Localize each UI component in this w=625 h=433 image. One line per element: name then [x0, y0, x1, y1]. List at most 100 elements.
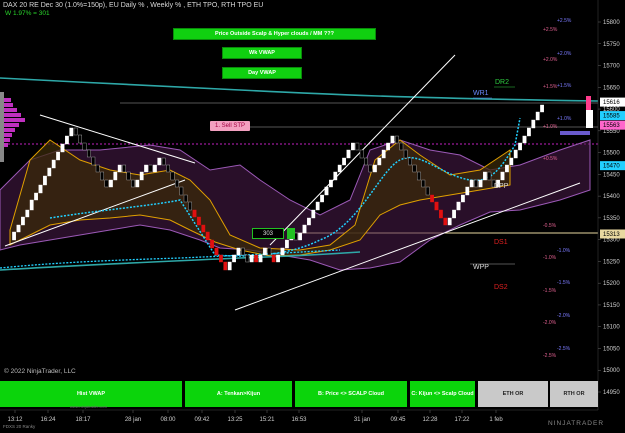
price-bar	[223, 261, 228, 271]
price-bar	[34, 192, 39, 201]
price-bar	[439, 209, 443, 219]
price-bar	[214, 247, 219, 256]
scalp-alert-button[interactable]: Price Outside Scalp & Hyper clouds / MM …	[173, 28, 376, 40]
time-tick-label: 09:42	[194, 417, 210, 423]
weekly-pct-label: -2.0%	[557, 313, 571, 319]
price-bar	[368, 164, 373, 173]
weekly-pct-label: -2.5%	[557, 346, 571, 352]
kijun-scalp-cloud-button[interactable]: C: Kijun <> Scalp Cloud	[410, 381, 475, 407]
price-bar	[443, 217, 448, 226]
price-bar	[377, 157, 382, 166]
price-bar	[86, 149, 91, 158]
price-bar	[218, 254, 223, 263]
weekly-pct-label: -1.5%	[557, 280, 571, 286]
ninjatrader-logo: NINJATRADER	[548, 420, 605, 427]
weekly-pct-label: +2.5%	[557, 18, 572, 24]
price-bar	[333, 171, 338, 181]
price-bar	[461, 194, 465, 203]
price-bar	[157, 157, 162, 166]
website-link[interactable]: www.ninjatrader.com	[70, 404, 107, 409]
weekly-range-label: W 1.97% = 301	[5, 10, 50, 17]
price-bar	[390, 135, 395, 144]
price-tick-label: 15500	[603, 151, 620, 157]
price-bar	[254, 254, 258, 263]
price-chart[interactable]: DR2 WR1 DPP DS1 WPP DS2 +2.5% +2.0% +1.5% +1.0% +0…	[0, 0, 625, 433]
price-bar	[522, 135, 527, 144]
price-bar	[267, 247, 272, 256]
time-tick-label: 08:00	[160, 417, 176, 423]
price-bar	[122, 164, 127, 173]
price-bar	[346, 149, 351, 159]
price-bar	[179, 186, 184, 196]
price-bar	[355, 142, 360, 151]
price-bar	[188, 201, 192, 211]
daily-pct-label: +0.5%	[543, 156, 558, 162]
rth-or-button[interactable]: RTH OR	[550, 381, 598, 407]
day-vwap-button[interactable]: Day VWAP	[222, 67, 302, 79]
price-bar	[108, 179, 113, 188]
price-bar	[381, 149, 386, 159]
price-bar	[69, 127, 74, 137]
price-bar	[329, 179, 333, 188]
price-bar	[395, 135, 399, 144]
dpp-label: DPP	[494, 183, 509, 190]
price-bar	[298, 232, 302, 241]
wr1-label: WR1	[473, 90, 489, 97]
price-bar	[359, 149, 364, 159]
time-tick-label: 12:28	[422, 417, 438, 423]
price-bar	[311, 209, 316, 219]
order-quantity-box[interactable]: 303	[252, 228, 284, 239]
price-bar	[205, 231, 210, 241]
price-tick-label: 15200	[603, 281, 620, 287]
daily-pct-label: -1.5%	[543, 288, 557, 294]
price-bar	[535, 111, 540, 121]
price-tick-label: 15000	[603, 368, 620, 374]
eth-or-button[interactable]: ETH OR	[478, 381, 548, 407]
price-tick-label: 15050	[603, 346, 620, 352]
left-scroll-handle[interactable]	[0, 90, 9, 160]
right-order-marker-purple	[560, 131, 590, 135]
order-confirm-button[interactable]	[287, 228, 295, 239]
wk-vwap-button[interactable]: Wk VWAP	[222, 47, 302, 59]
price-tick-label: 15250	[603, 259, 620, 265]
price-bar	[452, 209, 456, 219]
price-tick-label: 15400	[603, 194, 620, 200]
price-bar	[60, 143, 65, 153]
price-bar	[43, 175, 47, 186]
price-bar	[25, 209, 30, 218]
price-bar	[161, 157, 166, 166]
price-bar	[351, 142, 355, 151]
price-scalp-cloud-button[interactable]: B: Price <> SCALP Cloud	[295, 381, 407, 407]
sell-stop-order-label[interactable]: 1. Sell STP	[210, 121, 250, 131]
price-bar	[227, 261, 232, 271]
price-bar	[16, 224, 21, 233]
daily-pct-label: +1.5%	[543, 84, 558, 90]
price-bar	[152, 164, 157, 173]
price-bar	[192, 209, 197, 218]
price-bar	[478, 179, 483, 188]
price-bar	[56, 151, 61, 161]
price-bar	[166, 164, 170, 173]
weekly-pct-label: +2.0%	[557, 51, 572, 57]
price-bar	[170, 171, 175, 181]
price-bar	[342, 157, 346, 166]
price-bar	[417, 171, 421, 181]
price-tag-label: 15470	[603, 164, 620, 170]
price-bar	[271, 254, 276, 263]
daily-pct-label: -1.0%	[543, 255, 557, 261]
price-bar	[430, 194, 434, 203]
price-tick-label: 14950	[603, 390, 620, 396]
price-tag-label: 15616	[603, 100, 620, 106]
price-bar	[276, 254, 280, 263]
price-bar	[500, 171, 505, 181]
time-tick-label: 15:21	[259, 417, 275, 423]
price-bar	[408, 157, 412, 166]
price-bar	[364, 157, 368, 166]
price-bar	[421, 179, 426, 188]
tenkan-kijun-button[interactable]: A: Tenkan>Kijun	[185, 381, 292, 407]
time-tick-label: 13:25	[227, 417, 243, 423]
price-bar	[263, 247, 267, 256]
price-bar	[505, 164, 509, 173]
price-tag-label: 15563	[603, 123, 620, 129]
price-bar	[412, 164, 417, 173]
